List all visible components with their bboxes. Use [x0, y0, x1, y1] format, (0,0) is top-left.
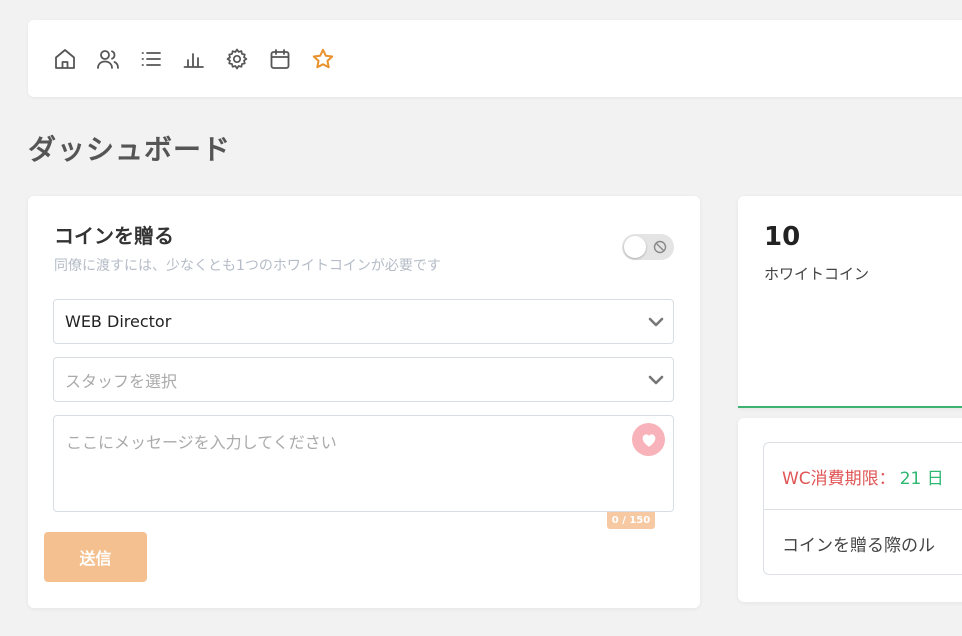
users-icon[interactable] — [95, 46, 121, 72]
chevron-down-icon — [648, 317, 664, 327]
send-coin-card: コインを贈る 同僚に渡すには、少なくとも1つのホワイトコインが必要です WEB … — [28, 196, 700, 608]
white-coin-label: ホワイトコイン — [764, 265, 870, 283]
toggle-knob — [624, 236, 646, 258]
bar-chart-icon[interactable] — [181, 46, 207, 72]
disabled-toggle[interactable] — [622, 234, 674, 260]
department-select[interactable]: WEB Director — [53, 299, 674, 344]
department-select-value: WEB Director — [65, 312, 172, 331]
gear-icon[interactable] — [224, 46, 250, 72]
heart-button[interactable] — [632, 423, 665, 456]
white-coin-count: 10 — [764, 222, 801, 252]
wc-expiry-value: 21 日 — [899, 468, 944, 489]
char-counter: 0 / 150 — [607, 512, 655, 529]
info-box: WC消費期限： 21 日 コインを贈る際のル — [763, 442, 962, 575]
white-coin-card: 10 ホワイトコイン — [738, 196, 962, 408]
send-coin-title: コインを贈る — [54, 224, 174, 248]
info-card: WC消費期限： 21 日 コインを贈る際のル — [738, 418, 962, 602]
send-button[interactable]: 送信 — [44, 532, 147, 582]
staff-select[interactable]: スタッフを選択 — [53, 357, 674, 402]
home-icon[interactable] — [52, 46, 78, 72]
top-nav-bar — [28, 20, 962, 97]
star-icon[interactable] — [310, 46, 336, 72]
send-coin-subtitle: 同僚に渡すには、少なくとも1つのホワイトコインが必要です — [54, 258, 441, 274]
page-title: ダッシュボード — [28, 133, 232, 166]
message-placeholder: ここにメッセージを入力してください — [66, 433, 337, 452]
heart-icon — [642, 433, 655, 447]
chevron-down-icon — [648, 375, 664, 385]
coin-rules-link[interactable]: コインを贈る際のル — [764, 510, 962, 576]
message-textarea[interactable]: ここにメッセージを入力してください — [53, 415, 674, 512]
wc-expiry-label: WC消費期限： — [782, 468, 896, 489]
calendar-icon[interactable] — [267, 46, 293, 72]
wc-expiry-row: WC消費期限： 21 日 — [764, 443, 962, 510]
staff-select-placeholder: スタッフを選択 — [65, 371, 178, 391]
ban-icon — [653, 240, 667, 254]
list-icon[interactable] — [138, 46, 164, 72]
